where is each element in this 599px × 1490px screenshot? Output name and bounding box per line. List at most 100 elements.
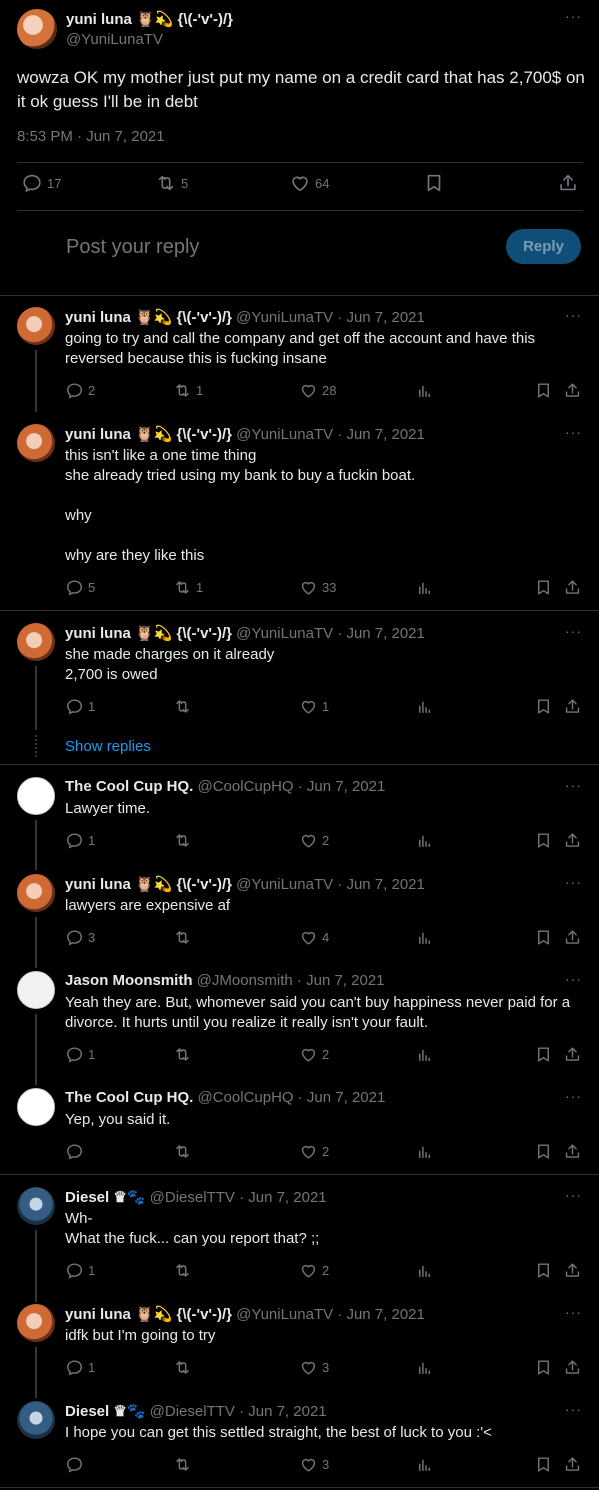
like-action[interactable]: 1 [299,697,329,716]
handle-and-date[interactable]: @YuniLunaTV · Jun 7, 2021 [232,1306,425,1323]
avatar[interactable] [17,424,55,462]
reply-action[interactable] [65,1455,84,1474]
retweet-action[interactable] [173,1358,192,1377]
retweet-action[interactable] [173,697,192,716]
retweet-action[interactable]: 5 [155,172,188,194]
like-action[interactable]: 2 [299,1045,329,1064]
display-name[interactable]: The Cool Cup HQ. [65,778,193,795]
like-action[interactable]: 4 [299,928,329,947]
bookmark-action[interactable] [534,928,553,947]
avatar[interactable] [17,874,55,912]
more-icon[interactable]: ··· [565,1304,582,1320]
like-action[interactable]: 64 [289,172,329,194]
views-action[interactable] [415,578,434,597]
views-action[interactable] [415,1455,434,1474]
share-action[interactable] [563,1142,582,1161]
retweet-action[interactable]: 1 [173,578,203,597]
reply-action[interactable]: 5 [65,578,95,597]
retweet-action[interactable] [173,831,192,850]
share-action[interactable] [563,578,582,597]
reply-button[interactable]: Reply [506,229,581,264]
like-action[interactable]: 3 [299,1358,329,1377]
avatar[interactable] [17,1401,55,1439]
bookmark-action[interactable] [534,1142,553,1161]
views-action[interactable] [415,697,434,716]
handle-and-date[interactable]: @DieselTTV · Jun 7, 2021 [146,1189,327,1206]
bookmark-action[interactable] [534,381,553,400]
handle-and-date[interactable]: @JMoonsmith · Jun 7, 2021 [193,972,385,989]
share-action[interactable] [563,1045,582,1064]
more-icon[interactable]: ··· [565,777,582,793]
reply-action[interactable]: 1 [65,1045,95,1064]
display-name[interactable]: yuni luna 🦉💫 {\(-'v'-)/} [65,1306,232,1323]
bookmark-action[interactable] [534,1455,553,1474]
reply-action[interactable]: 2 [65,381,95,400]
display-name[interactable]: yuni luna 🦉💫 {\(-'v'-)/} [65,625,232,642]
more-icon[interactable]: ··· [565,424,582,440]
views-action[interactable] [415,1142,434,1161]
more-icon[interactable]: ··· [565,623,582,639]
bookmark-action[interactable] [534,697,553,716]
share-action[interactable] [563,697,582,716]
display-name[interactable]: yuni luna 🦉💫 {\(-'v'-)/} [65,426,232,443]
display-name[interactable]: yuni luna 🦉💫 {\(-'v'-)/} [65,876,232,893]
more-icon[interactable]: ··· [565,1088,582,1104]
bookmark-action[interactable] [534,831,553,850]
retweet-action[interactable]: 1 [173,381,203,400]
like-action[interactable]: 2 [299,1142,329,1161]
share-action[interactable] [563,1261,582,1280]
share-action[interactable] [563,1455,582,1474]
display-name[interactable]: yuni luna 🦉💫 {\(-'v'-)/} [65,309,232,326]
more-icon[interactable]: ··· [565,1187,582,1203]
handle[interactable]: @YuniLunaTV [66,31,163,48]
handle-and-date[interactable]: @YuniLunaTV · Jun 7, 2021 [232,309,425,326]
like-action[interactable]: 33 [299,578,336,597]
reply-input[interactable]: Post your reply [66,236,199,259]
share-action[interactable] [563,928,582,947]
retweet-action[interactable] [173,1455,192,1474]
views-action[interactable] [415,1261,434,1280]
avatar[interactable] [17,9,57,49]
avatar[interactable] [17,1187,55,1225]
bookmark-action[interactable] [534,578,553,597]
bookmark-action[interactable] [534,1358,553,1377]
show-replies-link[interactable]: Show replies [65,738,151,755]
like-action[interactable]: 3 [299,1455,329,1474]
bookmark-action[interactable] [423,172,445,194]
handle-and-date[interactable]: @CoolCupHQ · Jun 7, 2021 [193,1089,385,1106]
handle-and-date[interactable]: @YuniLunaTV · Jun 7, 2021 [232,625,425,642]
reply-action[interactable]: 1 [65,697,95,716]
timestamp[interactable]: 8:53 PM · Jun 7, 2021 [17,128,165,145]
retweet-action[interactable] [173,1261,192,1280]
avatar[interactable] [17,1304,55,1342]
handle-and-date[interactable]: @CoolCupHQ · Jun 7, 2021 [193,778,385,795]
display-name[interactable]: Diesel ♛🐾 [65,1403,146,1420]
share-action[interactable] [563,381,582,400]
views-action[interactable] [415,928,434,947]
handle-and-date[interactable]: @YuniLunaTV · Jun 7, 2021 [232,426,425,443]
avatar[interactable] [17,307,55,345]
views-action[interactable] [415,381,434,400]
avatar[interactable] [17,1088,55,1126]
views-action[interactable] [415,1045,434,1064]
retweet-action[interactable] [173,1045,192,1064]
reply-action[interactable]: 1 [65,831,95,850]
more-icon[interactable]: ··· [565,971,582,987]
display-name[interactable]: The Cool Cup HQ. [65,1089,193,1106]
share-action[interactable] [557,172,579,194]
bookmark-action[interactable] [534,1261,553,1280]
avatar[interactable] [17,777,55,815]
like-action[interactable]: 2 [299,1261,329,1280]
display-name[interactable]: Jason Moonsmith [65,972,193,989]
views-action[interactable] [415,1358,434,1377]
share-action[interactable] [563,1358,582,1377]
views-action[interactable] [415,831,434,850]
reply-action[interactable]: 3 [65,928,95,947]
handle-and-date[interactable]: @YuniLunaTV · Jun 7, 2021 [232,876,425,893]
reply-action[interactable]: 17 [21,172,61,194]
reply-action[interactable]: 1 [65,1358,95,1377]
handle-and-date[interactable]: @DieselTTV · Jun 7, 2021 [146,1403,327,1420]
reply-action[interactable]: 1 [65,1261,95,1280]
retweet-action[interactable] [173,1142,192,1161]
retweet-action[interactable] [173,928,192,947]
